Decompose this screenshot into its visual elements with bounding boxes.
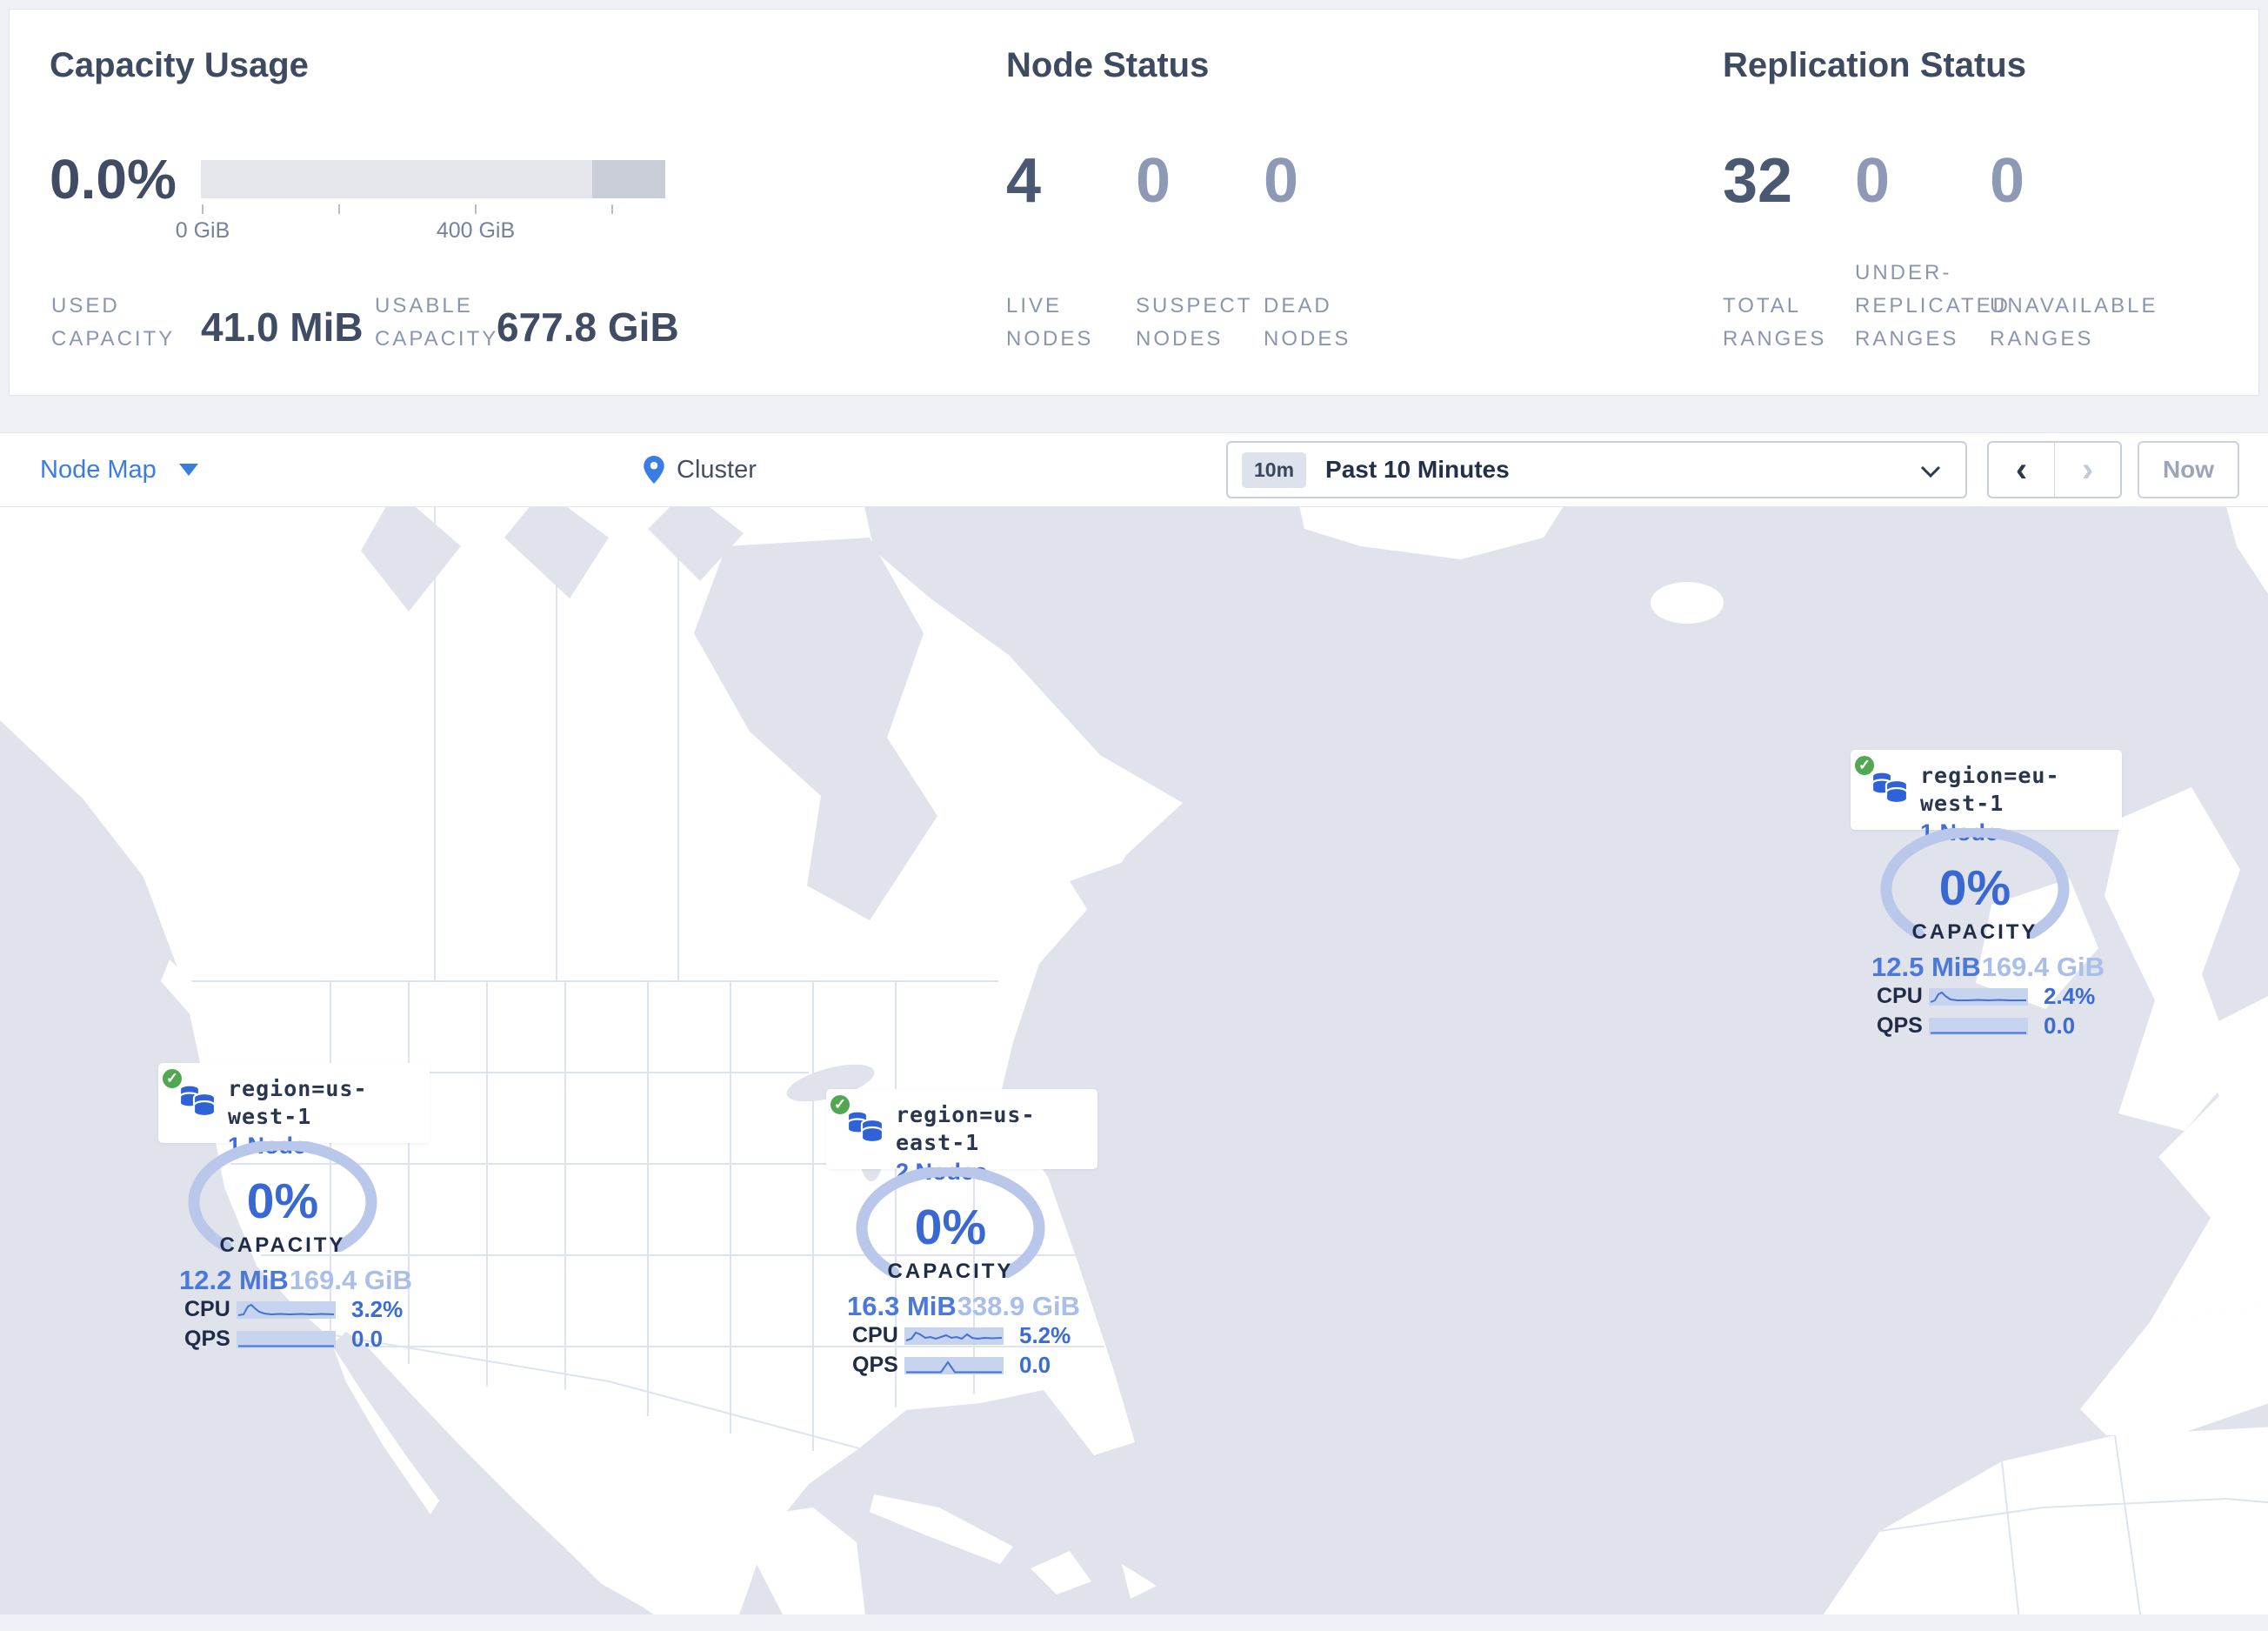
cluster-summary-panel: Capacity Usage 0.0% 0 GiB 400 GiB USED C… [9, 9, 2259, 396]
locality-card[interactable]: ✓ region=eu-west-1 1 Node [1851, 750, 2122, 846]
live-nodes-label: LIVE NODES [1006, 294, 1094, 351]
under-replicated-ranges-count: 0 [1855, 146, 1891, 216]
qps-sparkline [904, 1356, 1004, 1374]
map-node-eu-west-1: ✓ region=eu-west-1 1 Node 0% CAPACITY 12… [1851, 750, 2129, 1046]
time-window-selector[interactable]: 10m Past 10 Minutes [1226, 441, 1967, 498]
world-map-graphic [0, 507, 2268, 1614]
capacity-used-percent: 0.0% [50, 148, 177, 211]
total-ranges-label: TOTAL RANGES [1723, 294, 1827, 351]
under-replicated-ranges-label: UNDER-REPLICATED RANGES [1855, 261, 2011, 351]
time-step-back-button[interactable]: ‹ [1989, 443, 2055, 497]
unavailable-ranges-count: 0 [1990, 146, 2025, 216]
cpu-sparkline [904, 1327, 1004, 1345]
capacity-tick [202, 204, 203, 214]
capacity-tick [475, 204, 477, 214]
used-capacity-value: 41.0 MiB [201, 304, 364, 350]
cpu-label: CPU [1877, 984, 1923, 1008]
capacity-tick [338, 204, 340, 214]
capacity-caption: CAPACITY [219, 1233, 346, 1257]
capacity-percent: 0% [246, 1173, 319, 1229]
caret-down-icon [178, 464, 198, 476]
chevron-left-icon: ‹ [2015, 451, 2028, 489]
time-window-label: Past 10 Minutes [1325, 456, 1510, 483]
database-icon [178, 1084, 217, 1118]
cpu-value: 3.2% [351, 1296, 404, 1322]
breadcrumb[interactable]: Cluster [644, 433, 757, 506]
capacity-percent: 0% [1938, 860, 2011, 916]
usable-capacity-label: USABLE CAPACITY [375, 294, 499, 351]
replication-status-title: Replication Status [1723, 46, 2026, 84]
capacity-tick-label-400: 400 GiB [436, 218, 516, 243]
map-node-us-east-1: ✓ region=us-east-1 2 Nodes 0% CAPACITY 1… [826, 1089, 1104, 1385]
cpu-sparkline [1929, 987, 2028, 1006]
region-label: region=eu-west-1 [1920, 763, 2060, 816]
capacity-tick [611, 204, 613, 214]
now-button[interactable]: Now [2138, 441, 2239, 498]
view-selector-dropdown[interactable]: Node Map [40, 433, 198, 506]
region-label: region=us-east-1 [896, 1102, 1036, 1155]
dead-nodes-count: 0 [1264, 146, 1299, 216]
usable-value: 169.4 GiB [289, 1265, 412, 1295]
used-value: 16.3 MiB [847, 1291, 957, 1321]
dead-nodes-label: DEAD NODES [1264, 294, 1351, 351]
node-map[interactable]: ✓ region=us-west-1 1 Node 0% CAPACITY 12… [0, 507, 2268, 1614]
cpu-value: 2.4% [2044, 983, 2096, 1009]
suspect-nodes-label: SUSPECT NODES [1136, 294, 1252, 351]
time-window-badge: 10m [1242, 451, 1307, 488]
locality-card[interactable]: ✓ region=us-east-1 2 Nodes [826, 1089, 1097, 1185]
qps-value: 0.0 [2044, 1013, 2076, 1039]
capacity-bar-reserved-segment [592, 160, 665, 198]
usable-capacity-value: 677.8 GiB [497, 304, 679, 350]
database-icon [846, 1110, 884, 1144]
qps-sparkline [1929, 1017, 2028, 1035]
qps-sparkline [237, 1330, 336, 1348]
qps-value: 0.0 [1019, 1352, 1051, 1378]
live-nodes-count: 4 [1006, 146, 1042, 216]
chevron-down-icon [1920, 465, 1941, 478]
usable-value: 338.9 GiB [957, 1291, 1080, 1321]
capacity-caption: CAPACITY [887, 1260, 1014, 1283]
used-value: 12.2 MiB [179, 1265, 289, 1295]
suspect-nodes-count: 0 [1136, 146, 1171, 216]
capacity-tick-label-0: 0 GiB [175, 218, 230, 243]
cpu-label: CPU [184, 1297, 230, 1321]
total-ranges-count: 32 [1723, 146, 1793, 216]
capacity-caption: CAPACITY [1911, 920, 2038, 944]
qps-label: QPS [1877, 1013, 1923, 1038]
used-capacity-label: USED CAPACITY [51, 294, 176, 351]
capacity-percent: 0% [914, 1200, 987, 1255]
qps-label: QPS [184, 1327, 230, 1351]
cpu-label: CPU [852, 1323, 898, 1347]
usable-value: 169.4 GiB [1981, 952, 2105, 982]
cpu-value: 5.2% [1019, 1322, 1071, 1348]
capacity-bar [201, 160, 665, 198]
chevron-right-icon: › [2081, 451, 2094, 489]
locality-card[interactable]: ✓ region=us-west-1 1 Node [158, 1063, 430, 1159]
time-step-buttons: ‹ › [1987, 441, 2122, 498]
location-pin-icon [644, 456, 664, 484]
unavailable-ranges-label: UNAVAILABLE RANGES [1990, 294, 2158, 351]
capacity-usage-title: Capacity Usage [50, 46, 309, 84]
map-toolbar: Node Map Cluster 10m Past 10 Minutes ‹ ›… [0, 432, 2268, 507]
time-step-forward-button[interactable]: › [2055, 443, 2120, 497]
view-selector-label: Node Map [40, 455, 157, 484]
region-label: region=us-west-1 [228, 1076, 368, 1129]
node-status-title: Node Status [1006, 46, 1210, 84]
breadcrumb-label: Cluster [677, 455, 757, 484]
qps-value: 0.0 [351, 1326, 384, 1352]
qps-label: QPS [852, 1353, 898, 1377]
cpu-sparkline [237, 1300, 336, 1319]
map-node-us-west-1: ✓ region=us-west-1 1 Node 0% CAPACITY 12… [158, 1063, 437, 1359]
database-icon [1871, 771, 1909, 805]
used-value: 12.5 MiB [1871, 952, 1981, 982]
